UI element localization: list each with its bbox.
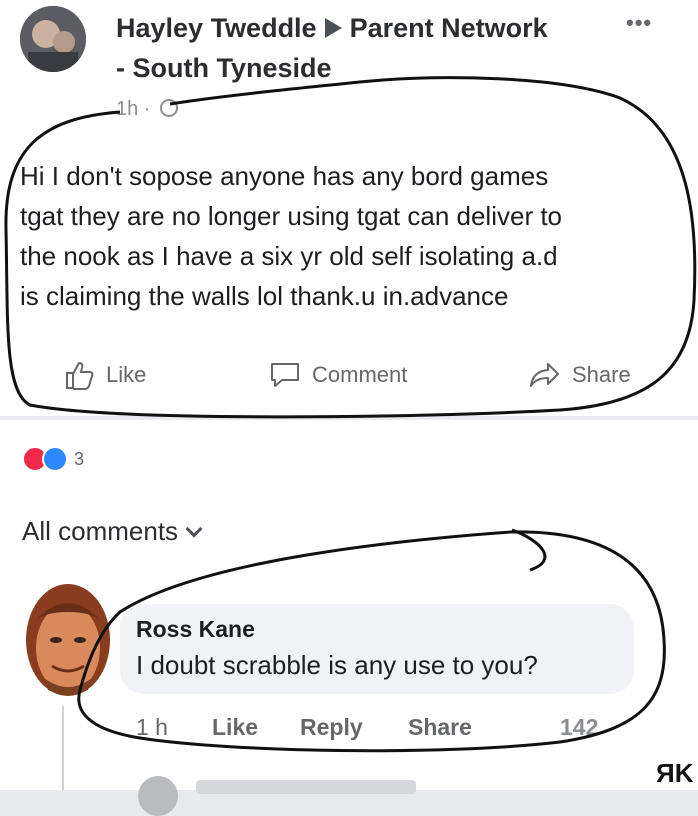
post-line: tgat they are no longer using tgat can d… xyxy=(20,201,563,231)
more-icon[interactable]: ••• xyxy=(626,10,652,36)
post-line: Hi I don't sopose anyone has any bord ga… xyxy=(20,161,549,191)
next-commenter-name-placeholder xyxy=(196,780,416,794)
thread-line xyxy=(62,706,64,790)
post-line: the nook as I have a six yr old self iso… xyxy=(20,241,558,271)
comment-label: Comment xyxy=(312,362,408,387)
post-line: is claiming the walls lol thank.u in.adv… xyxy=(20,281,509,311)
time-label: 1h xyxy=(116,98,139,120)
group-name-continued[interactable]: - South Tyneside xyxy=(116,52,332,84)
comment-reply-button[interactable]: Reply xyxy=(300,714,363,741)
comment-button[interactable]: Comment xyxy=(268,360,407,390)
post-header: Hayley Tweddle Parent Network xyxy=(116,12,548,44)
post-timestamp[interactable]: 1h · xyxy=(116,98,179,121)
like-button[interactable]: Like xyxy=(64,360,146,390)
group-name[interactable]: Parent Network xyxy=(350,13,548,43)
like-reaction-icon xyxy=(42,446,68,472)
like-icon xyxy=(66,361,94,390)
comment-like-button[interactable]: Like xyxy=(212,714,258,741)
comment-timestamp[interactable]: 1 h xyxy=(136,714,168,741)
comment-reaction-count[interactable]: 142 xyxy=(560,714,598,741)
comment-share-button[interactable]: Share xyxy=(408,714,472,741)
arrow-icon xyxy=(324,18,342,38)
commenter-name[interactable]: Ross Kane xyxy=(136,616,255,643)
next-commenter-avatar[interactable] xyxy=(138,776,178,816)
comment-icon xyxy=(271,363,299,387)
watermark-logo: ЯK xyxy=(656,758,694,788)
all-comments-dropdown[interactable]: All comments xyxy=(22,516,203,547)
all-comments-label: All comments xyxy=(22,516,179,546)
share-button[interactable]: Share xyxy=(528,360,631,390)
chevron-down-icon xyxy=(185,520,203,537)
share-label: Share xyxy=(572,362,631,387)
post-body: Hi I don't sopose anyone has any bord ga… xyxy=(20,156,692,316)
author-avatar[interactable] xyxy=(20,6,86,72)
comment-text: I doubt scrabble is any use to you? xyxy=(136,650,538,680)
reaction-count: 3 xyxy=(74,448,85,469)
author-name[interactable]: Hayley Tweddle xyxy=(116,13,317,43)
globe-icon xyxy=(160,99,179,117)
reaction-summary[interactable]: 3 xyxy=(22,446,84,472)
like-label: Like xyxy=(106,362,147,387)
post-card: Hayley Tweddle Parent Network - South Tyn… xyxy=(0,0,698,416)
commenter-avatar[interactable] xyxy=(22,582,114,704)
share-icon xyxy=(530,363,559,387)
